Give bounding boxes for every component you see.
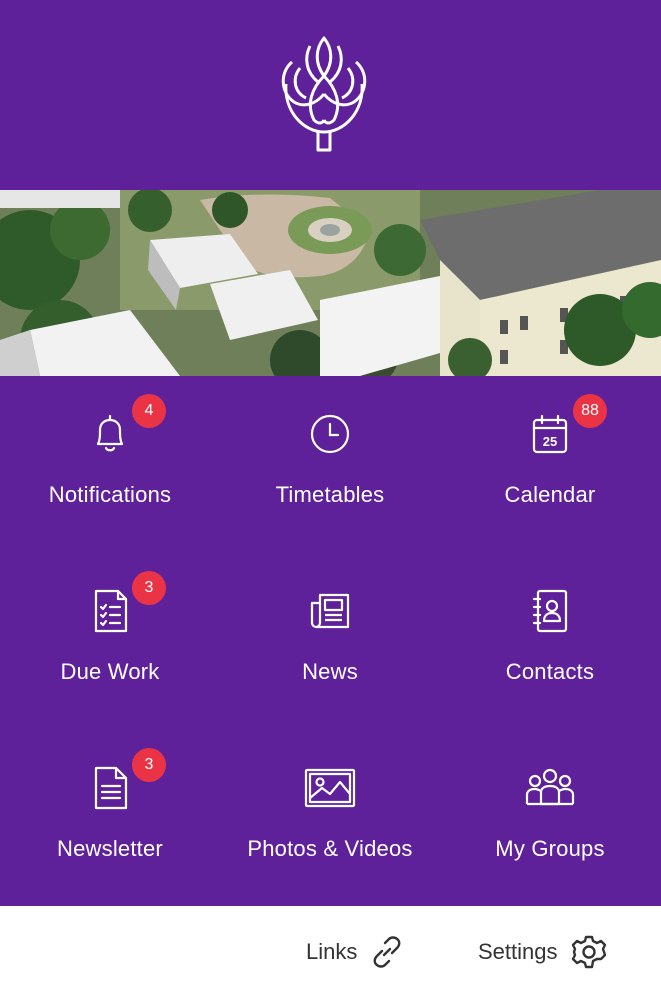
calendar-badge: 88 [573,394,607,428]
tile-photos-videos[interactable]: Photos & Videos [220,730,440,906]
tile-newsletter[interactable]: 3 Newsletter [0,730,220,906]
tile-label: My Groups [495,836,605,861]
settings-button[interactable]: Settings [478,928,608,976]
app-header [0,0,661,190]
bell-icon [96,414,124,452]
calendar-icon: 25 [532,414,568,454]
tile-calendar[interactable]: 25 88 Calendar [440,376,660,552]
link-icon [373,936,401,968]
tile-label: Newsletter [57,836,163,861]
tile-notifications[interactable]: 4 Notifications [0,376,220,552]
links-label: Links [306,939,358,964]
campus-aerial-photo [0,190,661,376]
checklist-icon [94,589,128,633]
footer-bar: Links Settings [0,906,661,1000]
gear-icon [571,935,606,969]
notifications-badge: 4 [132,394,166,428]
menu-grid: 4 Notifications Timetables 25 88 Calenda… [0,376,661,906]
group-icon [525,768,575,806]
tile-timetables[interactable]: Timetables [220,376,440,552]
tile-label: Contacts [505,659,595,684]
tile-label: Calendar [504,482,596,507]
settings-label: Settings [478,939,558,964]
tile-label: Notifications [48,482,172,507]
calendar-day-text: 25 [543,434,557,449]
iris-flower-logo [281,36,367,152]
due-work-badge: 3 [132,571,166,605]
newsletter-badge: 3 [132,748,166,782]
contact-book-icon [532,589,568,633]
tile-label: Photos & Videos [247,836,413,861]
tile-label: Timetables [275,482,385,507]
tile-due-work[interactable]: 3 Due Work [0,553,220,729]
clock-icon [310,414,350,454]
image-icon [304,768,356,808]
document-icon [94,766,128,810]
tile-contacts[interactable]: Contacts [440,553,660,729]
tile-label: Due Work [60,659,160,684]
tile-my-groups[interactable]: My Groups [440,730,660,906]
tile-label: News [302,659,358,684]
newspaper-icon [310,593,350,629]
links-button[interactable]: Links [306,928,405,976]
tile-news[interactable]: News [220,553,440,729]
